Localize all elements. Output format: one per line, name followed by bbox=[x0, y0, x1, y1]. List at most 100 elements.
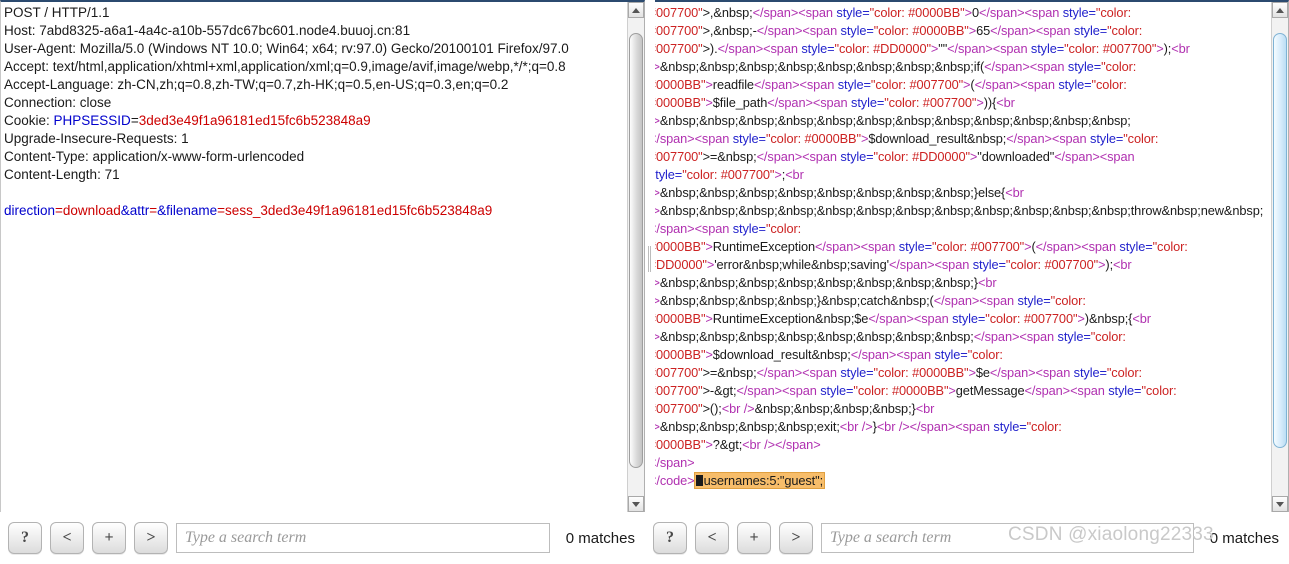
markup-attr: style= bbox=[934, 347, 968, 362]
request-scrollbar[interactable] bbox=[627, 2, 644, 512]
markup-attr-value: #0000BB" bbox=[649, 437, 706, 452]
search-input[interactable] bbox=[176, 523, 550, 553]
markup-tag: </span> bbox=[649, 131, 695, 146]
pane-splitter[interactable] bbox=[645, 0, 655, 512]
markup-attr-value: "color: bbox=[1091, 77, 1127, 92]
scroll-down-button[interactable] bbox=[1272, 496, 1288, 512]
markup-tag: <span bbox=[694, 221, 733, 236]
markup-tag: <br bbox=[977, 275, 997, 290]
response-line: #007700">,&nbsp;</span><span style="colo… bbox=[649, 4, 1267, 22]
markup-tag: <br bbox=[1171, 41, 1190, 56]
request-pane: POST / HTTP/1.1 Host: 7abd8325-a6a1-4a4c-… bbox=[0, 0, 645, 564]
match-count-label: 0 matches bbox=[1209, 529, 1279, 547]
scroll-thumb[interactable] bbox=[629, 33, 643, 469]
body-param-name: &attr bbox=[120, 203, 150, 218]
markup-tag: <span bbox=[1099, 149, 1135, 164]
response-line: #007700">-&gt;</span><span style="color:… bbox=[649, 382, 1267, 400]
markup-attr: style= bbox=[1119, 239, 1153, 254]
markup-attr-value: #007700" bbox=[649, 5, 703, 20]
scroll-up-button[interactable] bbox=[1272, 2, 1288, 18]
markup-tag: </span> bbox=[978, 5, 1025, 20]
request-line: Upgrade-Insecure-Requests: 1 bbox=[4, 131, 189, 146]
body-param-name: direction bbox=[4, 203, 56, 218]
markup-tag: </span> bbox=[974, 77, 1021, 92]
search-input[interactable] bbox=[821, 523, 1194, 553]
request-body[interactable]: POST / HTTP/1.1 Host: 7abd8325-a6a1-4a4c-… bbox=[0, 0, 645, 512]
search-next-button[interactable]: > bbox=[779, 522, 813, 554]
cookie-name: PHPSESSID bbox=[53, 113, 131, 128]
markup-text: &nbsp;&nbsp;&nbsp;&nbsp;} bbox=[754, 401, 916, 416]
markup-tag: </span> bbox=[752, 5, 799, 20]
search-help-button[interactable]: ? bbox=[653, 522, 687, 554]
markup-tag: </span> bbox=[649, 455, 695, 470]
markup-attr-value: "color: #0000BB" bbox=[873, 365, 969, 380]
request-text[interactable]: POST / HTTP/1.1 Host: 7abd8325-a6a1-4a4c-… bbox=[1, 2, 627, 512]
markup-text: 65 bbox=[976, 23, 991, 38]
response-text[interactable]: #007700">,&nbsp;</span><span style="colo… bbox=[646, 2, 1271, 512]
request-line: Cookie: PHPSESSID=3ded3e49f1a96181ed15fc… bbox=[4, 112, 623, 130]
request-search-bar: ? < + > 0 matches bbox=[0, 512, 645, 564]
markup-tag: <br bbox=[915, 401, 935, 416]
markup-attr: style= bbox=[898, 239, 932, 254]
markup-tag: > bbox=[705, 347, 713, 362]
response-scrollbar[interactable] bbox=[1271, 2, 1288, 512]
markup-tag: > bbox=[705, 95, 713, 110]
markup-attr-value: "color: #007700" bbox=[1005, 257, 1099, 272]
search-prev-button[interactable]: < bbox=[695, 522, 729, 554]
scroll-thumb[interactable] bbox=[1273, 33, 1287, 449]
markup-attr-value: #007700" bbox=[649, 383, 703, 398]
response-line: />&nbsp;&nbsp;&nbsp;&nbsp;&nbsp;&nbsp;&n… bbox=[649, 202, 1267, 238]
markup-tag: </span> bbox=[868, 311, 914, 326]
markup-tag: <span bbox=[1024, 5, 1063, 20]
unknown-char-glyph-icon bbox=[695, 475, 703, 486]
markup-tag: <span bbox=[782, 383, 821, 398]
scroll-down-button[interactable] bbox=[628, 496, 644, 512]
markup-tag: <span bbox=[1070, 383, 1109, 398]
markup-tag: <span bbox=[802, 23, 841, 38]
markup-text: getMessage bbox=[955, 383, 1025, 398]
markup-attr-value: "color: bbox=[1090, 329, 1126, 344]
markup-text: $e bbox=[975, 365, 990, 380]
markup-tag: </span> bbox=[767, 95, 813, 110]
request-line: POST / HTTP/1.1 bbox=[4, 5, 110, 20]
markup-tag: </span> bbox=[775, 437, 821, 452]
markup-tag: <span bbox=[955, 419, 994, 434]
markup-attr-value: "color: bbox=[765, 221, 802, 236]
markup-attr-value: "color: #007700" bbox=[985, 311, 1078, 326]
scroll-up-button[interactable] bbox=[628, 2, 644, 18]
markup-text: >,&nbsp; bbox=[702, 5, 753, 20]
markup-tag: > bbox=[1077, 311, 1085, 326]
search-next-button[interactable]: > bbox=[134, 522, 168, 554]
markup-attr-value: "color: #0000BB" bbox=[853, 383, 949, 398]
request-line: Connection: close bbox=[4, 95, 112, 110]
markup-attr-value: "color: #007700" bbox=[870, 77, 964, 92]
markup-tag: <br /> bbox=[742, 437, 776, 452]
response-line: />&nbsp;&nbsp;&nbsp;&nbsp;}&nbsp;catch&n… bbox=[649, 292, 1267, 310]
caret-down-icon bbox=[1276, 501, 1284, 507]
splitter-grip-icon bbox=[648, 246, 651, 272]
request-line: Content-Type: application/x-www-form-url… bbox=[4, 149, 305, 164]
markup-text: readfile bbox=[712, 77, 754, 92]
markup-tag: <span bbox=[1019, 329, 1058, 344]
request-line: Accept: text/html,application/xhtml+xml,… bbox=[4, 59, 566, 74]
markup-attr: style= bbox=[1067, 59, 1102, 74]
search-add-button[interactable]: + bbox=[92, 522, 126, 554]
search-add-button[interactable]: + bbox=[737, 522, 771, 554]
response-body[interactable]: #007700">,&nbsp;</span><span style="colo… bbox=[645, 0, 1289, 512]
search-help-button[interactable]: ? bbox=[8, 522, 42, 554]
search-highlight: usernames:5:"guest"; bbox=[694, 473, 825, 488]
markup-tag: </span> bbox=[1035, 239, 1082, 254]
markup-tag: </span> bbox=[947, 41, 993, 56]
markup-attr: style= bbox=[840, 365, 874, 380]
markup-attr: style= bbox=[851, 95, 885, 110]
markup-tag: </span> bbox=[756, 149, 803, 164]
response-search-bar: ? < + > 0 matches bbox=[645, 512, 1289, 564]
body-param-value: =download bbox=[55, 203, 121, 218]
caret-down-icon bbox=[632, 501, 640, 507]
markup-tag: <span bbox=[802, 149, 841, 164]
markup-attr: style= bbox=[840, 23, 874, 38]
response-line: #0000BB">readfile</span><span style="col… bbox=[649, 76, 1267, 94]
markup-attr-value: "color: bbox=[1050, 293, 1086, 308]
markup-tag: <span bbox=[1051, 131, 1091, 146]
search-prev-button[interactable]: < bbox=[50, 522, 84, 554]
